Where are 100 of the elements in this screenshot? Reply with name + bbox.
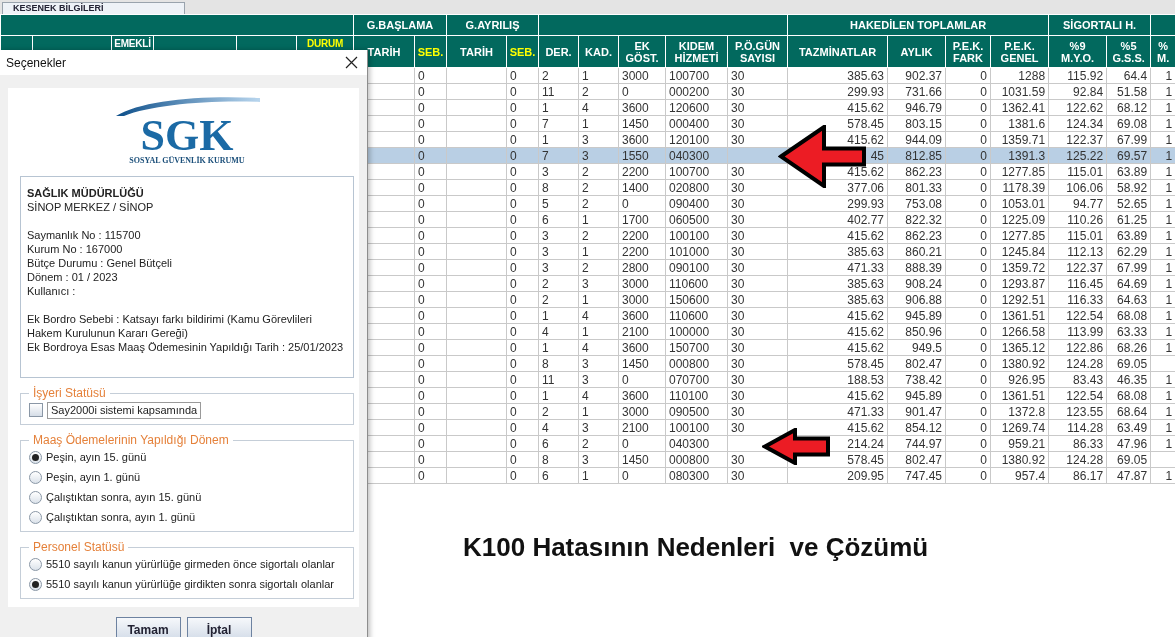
table-cell: 1245.84 <box>990 243 1049 260</box>
table-cell: 415.62 <box>787 307 888 324</box>
table-cell: 68.08 <box>1106 387 1151 404</box>
table-cell: 110.26 <box>1048 211 1107 228</box>
table-cell: 1 <box>578 67 619 84</box>
table-cell: 901.47 <box>887 403 946 420</box>
table-cell: 30 <box>727 307 788 324</box>
table-cell: 0 <box>945 419 991 436</box>
table-cell: 120100 <box>665 131 728 148</box>
table-cell: 0 <box>618 83 666 100</box>
table-cell: 30 <box>727 371 788 388</box>
table-cell: 385.63 <box>787 275 888 292</box>
table-cell: 113.99 <box>1048 323 1107 340</box>
table-cell: 854.12 <box>887 419 946 436</box>
table-cell: 1053.01 <box>990 195 1049 212</box>
table-cell: 3600 <box>618 339 666 356</box>
table-cell: 67.99 <box>1106 131 1151 148</box>
table-cell: 1 <box>538 131 579 148</box>
table-cell: 110600 <box>665 307 728 324</box>
table-cell: 1450 <box>618 451 666 468</box>
column-header: EK GÖST. <box>618 35 666 68</box>
tab[interactable]: KESENEK BİLGİLERİ <box>2 2 185 14</box>
table-cell: 0 <box>414 387 447 404</box>
table-cell: 803.15 <box>887 115 946 132</box>
table-cell: 731.66 <box>887 83 946 100</box>
table-cell: 4 <box>578 99 619 116</box>
column-header: AYLIK <box>887 35 946 68</box>
table-cell: 578.45 <box>787 355 888 372</box>
table-cell: 30 <box>727 131 788 148</box>
info-line: Kurum No : 167000 <box>27 242 124 256</box>
table-cell: 888.39 <box>887 259 946 276</box>
table-cell: 30 <box>727 387 788 404</box>
table-cell: 7 <box>538 147 579 164</box>
table-cell: 902.37 <box>887 67 946 84</box>
table-cell: 68.26 <box>1106 339 1151 356</box>
table-cell: 0 <box>414 259 447 276</box>
table-cell: 61.25 <box>1106 211 1151 228</box>
table-cell: 0 <box>506 195 539 212</box>
table-cell: 6 <box>538 211 579 228</box>
table-cell: 926.95 <box>990 371 1049 388</box>
table-cell: 0 <box>506 275 539 292</box>
radio-button[interactable] <box>29 557 42 571</box>
group-title: İşyeri Statüsü <box>32 386 107 400</box>
table-cell: 63.89 <box>1106 163 1151 180</box>
table-cell: 0 <box>945 371 991 388</box>
table-cell: 080300 <box>665 467 728 484</box>
radio-button[interactable] <box>29 577 42 591</box>
table-cell: 0 <box>414 419 447 436</box>
checkbox-label[interactable]: Say2000i sistemi kapsamında <box>47 401 202 419</box>
column-header: P.Ö.GÜN SAYISI <box>727 35 788 68</box>
radio-button[interactable] <box>29 490 42 504</box>
table-cell: 0 <box>506 211 539 228</box>
checkbox[interactable] <box>29 403 43 417</box>
table-cell: 1361.51 <box>990 307 1049 324</box>
column-header: %9 M.Y.O. <box>1048 35 1107 68</box>
table-cell: 68.08 <box>1106 307 1151 324</box>
table-cell: 0 <box>506 387 539 404</box>
radio-button[interactable] <box>29 470 42 484</box>
caption-heading: K100 Hatasının Nedenleri ve Çözümü <box>463 531 929 564</box>
table-cell: 122.62 <box>1048 99 1107 116</box>
table-cell: 30 <box>727 275 788 292</box>
table-cell: 1178.39 <box>990 179 1049 196</box>
table-cell: 1 <box>578 115 619 132</box>
radio-label: 5510 sayılı kanun yürürlüğe girmeden önce sigortalı olanlar <box>46 556 335 572</box>
table-cell: 86.17 <box>1048 467 1107 484</box>
radio-button[interactable] <box>29 450 42 464</box>
table-cell: 8 <box>538 451 579 468</box>
table-cell: 000200 <box>665 83 728 100</box>
table-cell: 1266.58 <box>990 323 1049 340</box>
table-cell: 3000 <box>618 67 666 84</box>
table-cell: 0 <box>945 403 991 420</box>
logo-subtitle: SOSYAL GÜVENLİK KURUMU <box>129 156 245 166</box>
table-cell: 30 <box>727 355 788 372</box>
table-cell: 30 <box>727 163 788 180</box>
table-cell: 0 <box>414 147 447 164</box>
radio-button[interactable] <box>29 510 42 524</box>
info-line: Saymanlık No : 115700 <box>27 228 142 242</box>
table-cell: 8 <box>538 179 579 196</box>
table-cell: 63.89 <box>1106 227 1151 244</box>
table-cell: 112.13 <box>1048 243 1107 260</box>
dialog-button[interactable]: Tamam <box>115 617 181 637</box>
table-cell: 6 <box>538 435 579 452</box>
table-cell: 110600 <box>665 275 728 292</box>
table-cell: 4 <box>538 419 579 436</box>
table-cell: 101000 <box>665 243 728 260</box>
dialog-button[interactable]: İptal <box>186 617 252 637</box>
table-cell: 415.62 <box>787 227 888 244</box>
table-cell: 1450 <box>618 355 666 372</box>
table-cell: 92.84 <box>1048 83 1107 100</box>
table-cell: 0 <box>414 67 447 84</box>
table-cell: 100000 <box>665 323 728 340</box>
table-cell: 385.63 <box>787 243 888 260</box>
table-cell: 3 <box>578 275 619 292</box>
column-header: TAZMİNATLAR <box>787 35 888 68</box>
table-cell: 4 <box>538 323 579 340</box>
table-cell: 801.33 <box>887 179 946 196</box>
close-icon[interactable] <box>345 56 358 69</box>
table-cell: 2 <box>578 259 619 276</box>
table-cell: 30 <box>727 323 788 340</box>
table-cell: 908.24 <box>887 275 946 292</box>
